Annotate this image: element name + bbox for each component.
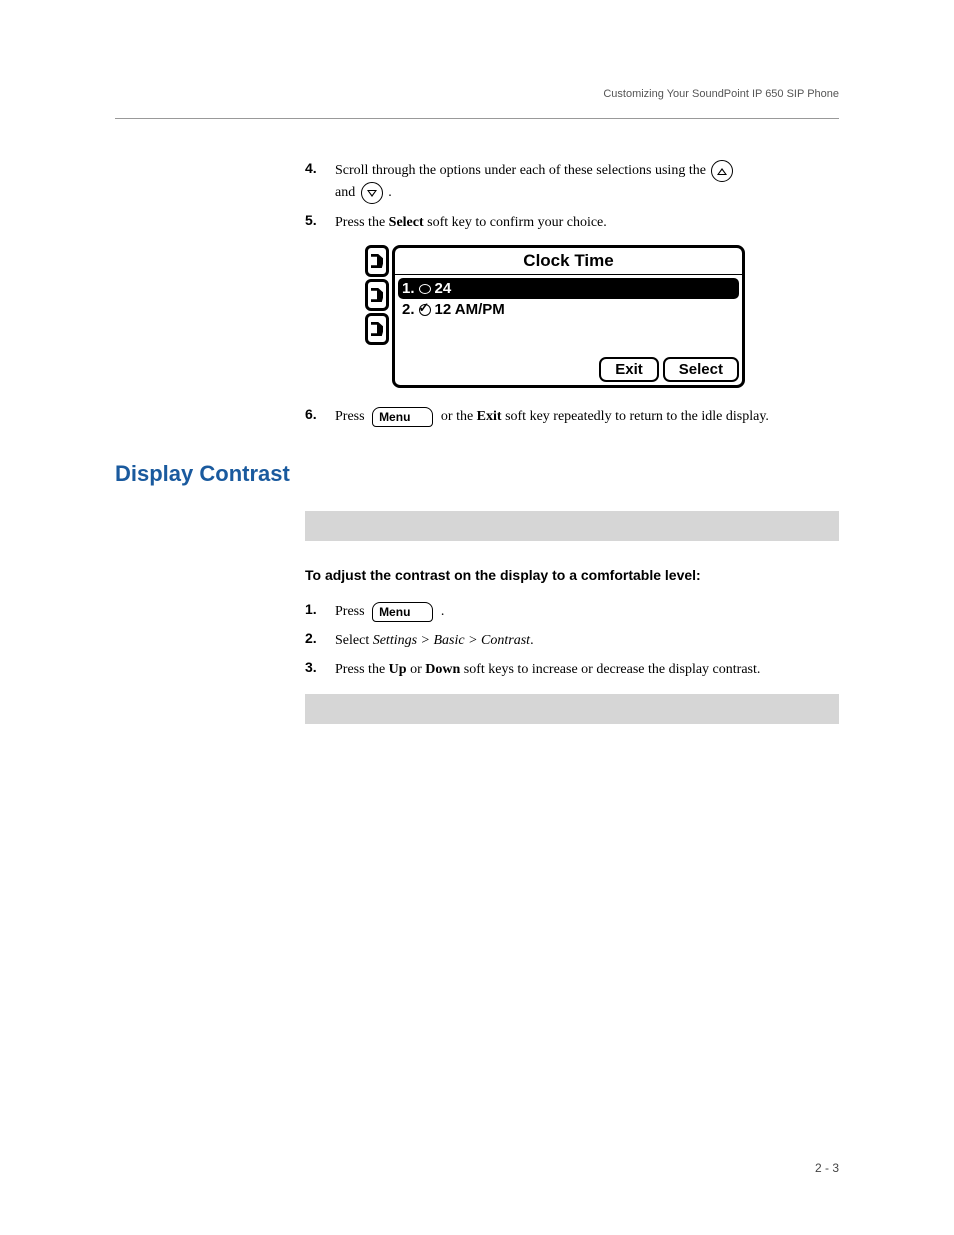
text-fragment: and bbox=[335, 185, 359, 200]
step-number: 3. bbox=[305, 659, 335, 675]
text-fragment: soft keys to increase or decrease the di… bbox=[460, 662, 760, 677]
lcd-option: 2. 12 AM/PM bbox=[398, 299, 739, 320]
text-fragment: soft key repeatedly to return to the idl… bbox=[502, 409, 769, 424]
step-number: 5. bbox=[305, 212, 335, 228]
page-number: 2 - 3 bbox=[815, 1161, 839, 1175]
text-bold: Down bbox=[425, 662, 460, 677]
sidebar-slot bbox=[365, 245, 389, 277]
procedure-heading: To adjust the contrast on the display to… bbox=[305, 567, 839, 583]
option-label: 24 bbox=[435, 280, 452, 297]
text-bold: Exit bbox=[477, 409, 502, 424]
option-label: 12 AM/PM bbox=[435, 301, 505, 318]
text-fragment: . bbox=[530, 633, 534, 648]
phone-icon bbox=[371, 254, 383, 268]
radio-checked-icon bbox=[419, 304, 431, 316]
menu-key-icon: Menu bbox=[372, 407, 433, 427]
step-3: 3. Press the Up or Down soft keys to inc… bbox=[305, 659, 839, 680]
step-5: 5. Press the Select soft key to confirm … bbox=[305, 212, 839, 233]
step-text: Select Settings > Basic > Contrast. bbox=[335, 630, 839, 651]
text-italic: Settings > Basic > Contrast bbox=[373, 633, 530, 648]
step-text: Scroll through the options under each of… bbox=[335, 160, 839, 204]
text-bold: Up bbox=[389, 662, 407, 677]
option-number: 2. bbox=[402, 301, 415, 318]
radio-unchecked-icon bbox=[419, 284, 431, 294]
text-fragment: Select bbox=[335, 633, 373, 648]
text-fragment: . bbox=[437, 604, 444, 619]
header-rule bbox=[115, 118, 839, 119]
up-arrow-icon bbox=[711, 160, 733, 182]
lcd-title: Clock Time bbox=[395, 248, 742, 275]
note-bar bbox=[305, 511, 839, 541]
lcd-body: 1. 24 2. 12 AM/PM Exit Select bbox=[395, 275, 742, 385]
text-fragment: Press the bbox=[335, 662, 389, 677]
lcd-screen: Clock Time 1. 24 2. 12 AM/PM Exit Sele bbox=[392, 245, 745, 388]
softkey-exit: Exit bbox=[599, 357, 659, 382]
step-text: Press Menu or the Exit soft key repeated… bbox=[335, 406, 839, 427]
text-fragment: or the bbox=[437, 409, 476, 424]
sidebar-slot bbox=[365, 279, 389, 311]
step-number: 6. bbox=[305, 406, 335, 422]
step-text: Press the Up or Down soft keys to increa… bbox=[335, 659, 839, 680]
option-number: 1. bbox=[402, 280, 415, 297]
text-fragment: Press bbox=[335, 409, 368, 424]
step-number: 1. bbox=[305, 601, 335, 617]
page-content: 4. Scroll through the options under each… bbox=[115, 160, 839, 750]
text-fragment: or bbox=[407, 662, 426, 677]
step-text: Press Menu . bbox=[335, 601, 839, 622]
step-4: 4. Scroll through the options under each… bbox=[305, 160, 839, 204]
phone-icon bbox=[371, 322, 383, 336]
lcd-softkeys: Exit Select bbox=[599, 357, 739, 382]
step-number: 4. bbox=[305, 160, 335, 176]
menu-key-icon: Menu bbox=[372, 602, 433, 622]
sidebar-slot bbox=[365, 313, 389, 345]
step-number: 2. bbox=[305, 630, 335, 646]
softkey-select: Select bbox=[663, 357, 739, 382]
running-header: Customizing Your SoundPoint IP 650 SIP P… bbox=[603, 88, 839, 100]
note-bar bbox=[305, 694, 839, 724]
lcd-option-selected: 1. 24 bbox=[398, 278, 739, 299]
text-fragment: Press bbox=[335, 604, 368, 619]
step-2: 2. Select Settings > Basic > Contrast. bbox=[305, 630, 839, 651]
down-arrow-icon bbox=[361, 182, 383, 204]
phone-icon bbox=[371, 288, 383, 302]
text-fragment: Scroll through the options under each of… bbox=[335, 163, 709, 178]
lcd-screenshot: Clock Time 1. 24 2. 12 AM/PM Exit Sele bbox=[365, 245, 839, 388]
step-text: Press the Select soft key to confirm you… bbox=[335, 212, 839, 233]
lcd-sidebar bbox=[365, 245, 389, 388]
text-fragment: . bbox=[388, 185, 392, 200]
section-heading: Display Contrast bbox=[115, 461, 839, 487]
text-fragment: Press the bbox=[335, 215, 389, 230]
step-1: 1. Press Menu . bbox=[305, 601, 839, 622]
text-fragment: soft key to confirm your choice. bbox=[424, 215, 607, 230]
step-6: 6. Press Menu or the Exit soft key repea… bbox=[305, 406, 839, 427]
text-bold: Select bbox=[389, 215, 424, 230]
